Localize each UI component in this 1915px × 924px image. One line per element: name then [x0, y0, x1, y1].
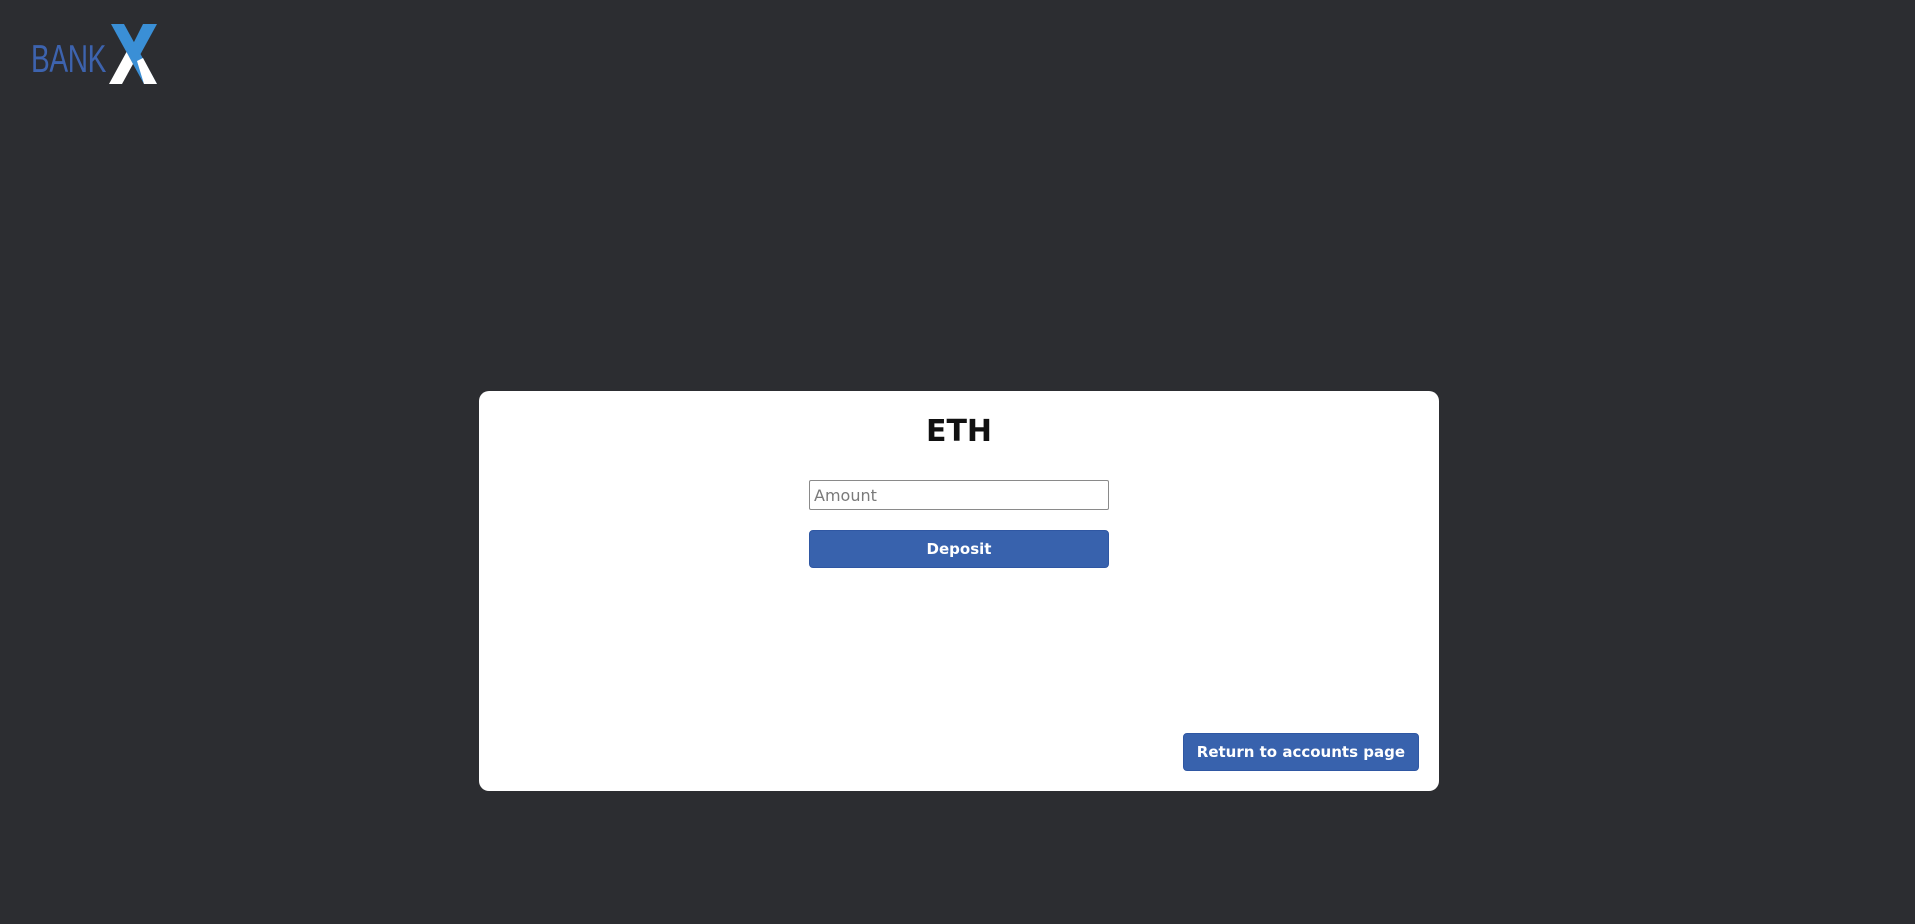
deposit-card: ETH Deposit Return to accounts page: [479, 391, 1439, 791]
return-to-accounts-button[interactable]: Return to accounts page: [1182, 733, 1419, 771]
bankx-logo: BANK: [31, 24, 161, 84]
logo-x-mark: [109, 24, 157, 84]
deposit-button[interactable]: Deposit: [809, 530, 1109, 568]
amount-input[interactable]: [809, 480, 1109, 510]
currency-title: ETH: [925, 414, 993, 449]
logo-bank-text: BANK: [31, 38, 107, 81]
